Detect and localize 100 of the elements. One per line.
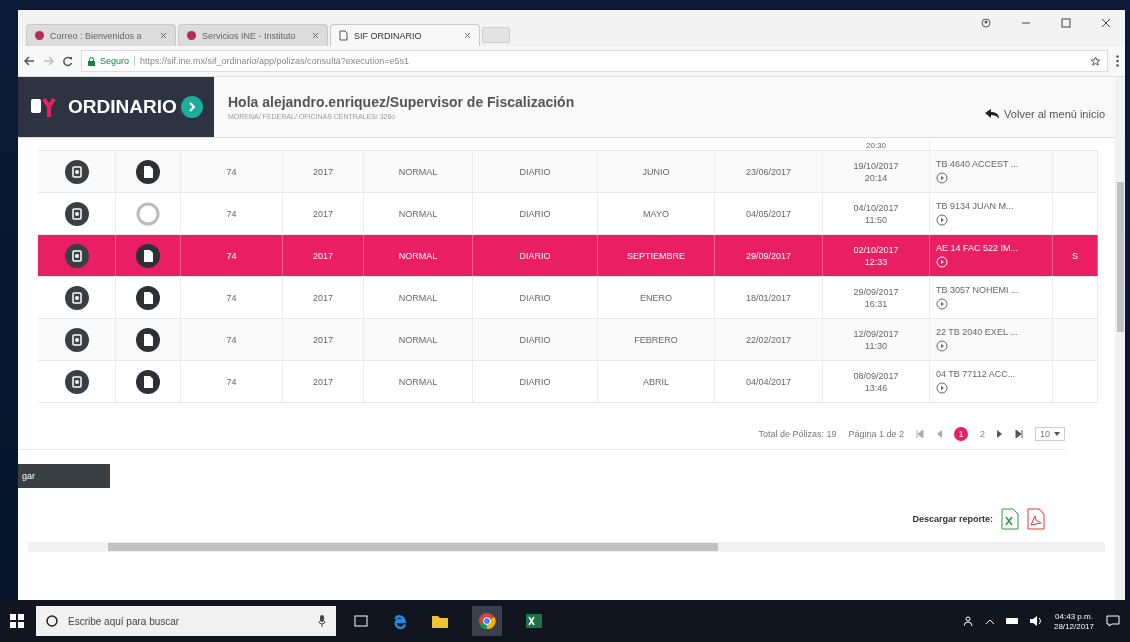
spreadsheet-icon[interactable] [526, 614, 542, 628]
table-cell: TB 3057 NOHEMI ... [936, 285, 1019, 295]
document-icon[interactable] [136, 243, 160, 268]
page-icon [339, 30, 348, 41]
taskbar-search-field[interactable]: Escribe aquí para buscar [36, 606, 336, 636]
chrome-icon[interactable] [472, 606, 502, 636]
caret-down-icon [1054, 432, 1060, 436]
table-cell: 74 [226, 334, 237, 345]
last-page-icon[interactable] [1015, 430, 1023, 438]
close-icon[interactable] [464, 32, 471, 39]
total-text: Total de Pólizas: 19 [758, 429, 837, 439]
view-icon[interactable] [64, 285, 89, 310]
play-icon[interactable] [936, 340, 948, 352]
table-cell: 2017 [313, 166, 333, 177]
table-cell: DIARIO [519, 292, 551, 303]
page-info-text: Página 1 de 2 [848, 429, 904, 439]
chevron-button[interactable] [180, 96, 203, 118]
address-bar[interactable]: Seguro https://sif.ine.mx/sif_ordinario/app/polizas/consulta?execution=e5s1 [81, 50, 1108, 72]
table-cell: 74 [226, 166, 237, 177]
play-icon[interactable] [936, 172, 948, 184]
speaker-icon[interactable] [1029, 616, 1042, 626]
document-icon[interactable] [136, 369, 160, 394]
table-row[interactable]: 74 2017 NORMAL DIARIO JUNIO 23/06/2017 19/10/2017 20:14 TB 4640 ACCEST ... [38, 151, 1098, 193]
document-icon[interactable] [136, 159, 160, 184]
table-row[interactable]: 74 2017 NORMAL DIARIO SEPTIEMBRE 29/09/2017 02/10/2017 12:33 AE 14 FAC 522 IM... S [38, 235, 1098, 277]
task-view-icon[interactable] [354, 615, 368, 627]
table-cell: 29/09/2017 16:31 [853, 285, 899, 310]
page-link[interactable]: 2 [979, 429, 985, 439]
search-field[interactable]: Escribe aquí para buscar [66, 614, 250, 628]
logo-text: ORDINARIO [68, 96, 177, 118]
greeting-text: Hola alejandro.enriquez/Supervisor de Fiscalización [228, 94, 575, 110]
page-link[interactable]: 1 [953, 427, 968, 441]
table-cell: 2017 [313, 208, 333, 219]
table-cell: 18/01/2017 [745, 292, 791, 303]
table-cell: DIARIO [519, 334, 551, 345]
browser-e-icon[interactable] [392, 613, 408, 629]
pdf-icon[interactable] [1027, 508, 1045, 530]
search-button[interactable]: gar [18, 464, 110, 488]
favicon-icon [187, 31, 196, 40]
table-row[interactable]: 74 2017 NORMAL DIARIO FEBRERO 22/02/2017 12/09/2017 11:30 22 TB 2040 EXEL ... [38, 319, 1098, 361]
people-icon[interactable] [963, 616, 974, 626]
table-row[interactable]: 74 2017 NORMAL DIARIO ABRIL 04/04/2017 08/09/2017 13:46 04 TB 77112 ACC... [38, 361, 1098, 403]
table-cell: 74 [226, 250, 237, 261]
table-cell: 04/05/2017 [745, 208, 791, 219]
browser-tab[interactable]: SIF ORDINARIO [330, 24, 480, 46]
secure-label: Seguro [100, 56, 136, 66]
back-icon[interactable] [24, 56, 35, 66]
excel-icon[interactable] [1001, 508, 1019, 530]
table-cell: 04 TB 77112 ACC... [936, 369, 1016, 379]
table-cell: 74 [226, 208, 237, 219]
view-icon[interactable] [64, 243, 89, 268]
close-icon[interactable] [312, 32, 319, 39]
download-label: Descargar reporte: [912, 514, 993, 524]
table-cell: 02/10/2017 12:33 [853, 243, 899, 268]
table-cell: 2017 [313, 292, 333, 303]
play-icon[interactable] [936, 214, 948, 226]
notification-icon[interactable] [1106, 615, 1120, 627]
table-cell: 2017 [313, 250, 333, 261]
table-cell: 08/09/2017 13:46 [853, 369, 899, 394]
clock-time: 04:43 p.m. [1055, 611, 1093, 621]
table-cell: DIARIO [519, 376, 551, 387]
table-cell: NORMAL [398, 376, 438, 387]
empty-circle-icon [136, 201, 160, 226]
reload-icon[interactable] [62, 55, 73, 67]
windows-start-icon[interactable] [10, 614, 24, 628]
table-cell: 19/10/2017 20:14 [853, 159, 899, 184]
view-icon[interactable] [64, 201, 89, 226]
user-icon[interactable] [981, 18, 991, 28]
page-size-select[interactable]: 10 [1035, 427, 1065, 441]
maximize-icon[interactable] [1061, 18, 1071, 28]
back-link[interactable]: Volver al menú inicio [985, 108, 1105, 120]
next-page-icon[interactable] [997, 430, 1003, 438]
folder-icon[interactable] [432, 614, 448, 628]
document-icon[interactable] [136, 327, 160, 352]
close-icon[interactable] [160, 32, 167, 39]
view-icon[interactable] [64, 159, 89, 184]
play-icon[interactable] [936, 298, 948, 310]
table-cell: 04/10/2017 11:50 [853, 201, 899, 226]
browser-tab[interactable]: Correo : Bienvenidos a [26, 24, 176, 46]
browser-tab[interactable]: Servicios INE - Instituto [178, 24, 328, 46]
star-icon[interactable] [1090, 55, 1101, 67]
table-cell: AE 14 FAC 522 IM... [936, 243, 1019, 253]
table-cell: NORMAL [398, 250, 438, 261]
view-icon[interactable] [64, 327, 89, 352]
caret-up-icon[interactable] [985, 618, 994, 624]
microphone-icon[interactable] [318, 615, 326, 627]
menu-icon[interactable] [1116, 55, 1119, 67]
close-icon[interactable] [1101, 18, 1111, 28]
table-cell: 29/09/2017 [745, 250, 791, 261]
horizontal-scrollbar[interactable] [28, 542, 1105, 552]
view-icon[interactable] [64, 369, 89, 394]
document-icon[interactable] [136, 285, 160, 310]
table-cell: 22/02/2017 [745, 334, 791, 345]
table-cell: TB 4640 ACCEST ... [936, 159, 1019, 169]
battery-icon[interactable] [1005, 618, 1018, 624]
table-cell: 20:30 [866, 141, 886, 150]
vertical-scrollbar[interactable] [1115, 77, 1125, 600]
clock-date: 28/12/2017 [1053, 621, 1094, 631]
table-cell: 23/06/2017 [745, 166, 791, 177]
play-icon[interactable] [936, 382, 948, 394]
